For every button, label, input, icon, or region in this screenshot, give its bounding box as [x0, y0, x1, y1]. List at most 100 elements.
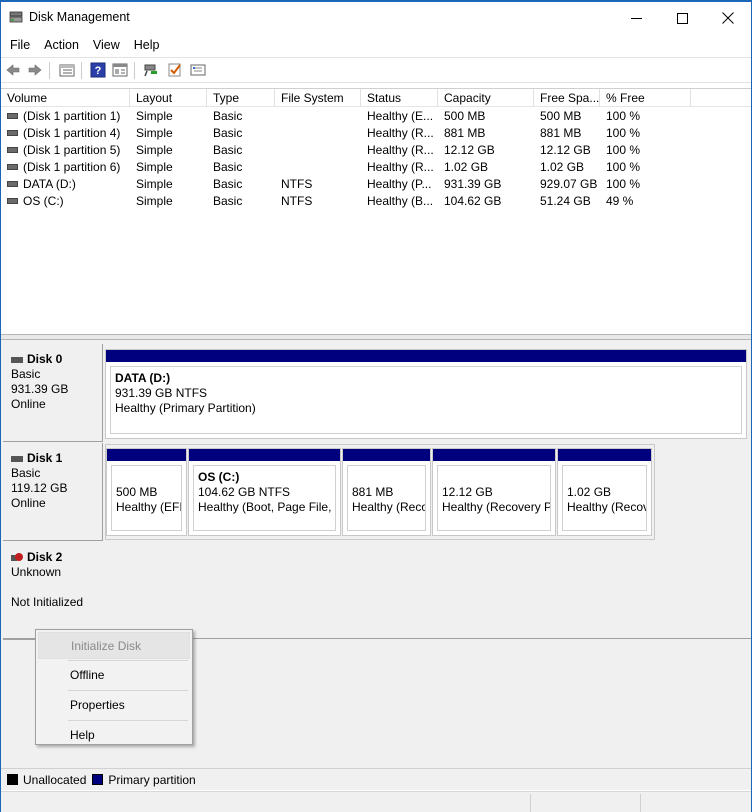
disk-2-label[interactable]: Disk 2 Unknown Not Initialized [3, 542, 103, 640]
partition-data-d[interactable]: DATA (D:) 931.39 GB NTFS Healthy (Primar… [105, 349, 747, 439]
volume-name: (Disk 1 partition 1) [23, 109, 121, 123]
disk-0-label[interactable]: Disk 0 Basic 931.39 GB Online [3, 344, 103, 442]
column-header-status[interactable]: Status [361, 89, 438, 107]
partition-details: 1.02 GB Healthy (Recov [562, 465, 647, 531]
partition-status: Healthy (Reco [352, 500, 426, 514]
drive-icon [7, 180, 18, 187]
disk-1-status: Online [11, 496, 46, 510]
close-icon [722, 12, 734, 24]
partition-recovery-1[interactable]: 881 MB Healthy (Reco [342, 448, 431, 536]
legend-swatch-unallocated [7, 774, 18, 785]
file-system-cell [275, 142, 361, 159]
percent-free-cell: 100 % [606, 143, 641, 157]
partition-recovery-2[interactable]: 12.12 GB Healthy (Recovery Pa [432, 448, 556, 536]
disk-2-name: Disk 2 [11, 550, 103, 565]
close-button[interactable] [705, 2, 751, 34]
free-space-cell: 500 MB [540, 109, 582, 123]
menu-separator [68, 720, 188, 721]
partition-details: 12.12 GB Healthy (Recovery Pa [437, 465, 551, 531]
help-icon[interactable]: ? [90, 62, 106, 78]
status-cell: Healthy (R... [367, 160, 434, 174]
status-cell: Healthy (R... [367, 126, 434, 140]
type-cell: Basic [213, 126, 243, 140]
free-space-cell: 881 MB [540, 126, 582, 140]
back-icon[interactable] [5, 62, 21, 78]
window-title: Disk Management [29, 10, 130, 24]
menu-help[interactable]: Help [127, 38, 167, 52]
disk-0-name: Disk 0 [11, 352, 102, 367]
legend: Unallocated Primary partition [1, 768, 751, 790]
table-row[interactable]: (Disk 1 partition 6) Simple Basic Health… [1, 159, 751, 176]
partition-size: 931.39 GB NTFS [115, 386, 208, 400]
check-icon[interactable] [167, 62, 183, 78]
maximize-button[interactable] [659, 2, 705, 34]
partition-size: 104.62 GB NTFS [198, 485, 291, 499]
table-row[interactable]: (Disk 1 partition 5) Simple Basic Health… [1, 142, 751, 159]
minimize-button[interactable] [613, 2, 659, 34]
layout-cell: Simple [136, 177, 173, 191]
settings-icon[interactable] [190, 62, 206, 78]
disk-1-label[interactable]: Disk 1 Basic 119.12 GB Online [3, 443, 103, 541]
partition-os-c[interactable]: OS (C:) 104.62 GB NTFS Healthy (Boot, Pa… [188, 448, 341, 536]
partition-details: DATA (D:) 931.39 GB NTFS Healthy (Primar… [110, 366, 742, 434]
file-system-cell: NTFS [281, 194, 313, 208]
partition-recovery-3[interactable]: 1.02 GB Healthy (Recov [557, 448, 652, 536]
table-row[interactable]: OS (C:) Simple Basic NTFS Healthy (B... … [1, 193, 751, 210]
menu-action[interactable]: Action [37, 38, 86, 52]
column-header-layout[interactable]: Layout [130, 89, 207, 107]
partition-efi[interactable]: 500 MB Healthy (EFI [106, 448, 187, 536]
volume-cell: (Disk 1 partition 5) [1, 142, 130, 159]
properties-icon[interactable] [112, 62, 128, 78]
volume-list: Volume Layout Type File System Status Ca… [1, 88, 751, 334]
file-system-cell [275, 125, 361, 142]
menu-separator [68, 660, 188, 661]
disk-2-spacer [11, 580, 103, 595]
table-row[interactable]: DATA (D:) Simple Basic NTFS Healthy (P..… [1, 176, 751, 193]
disk-list-icon[interactable] [59, 62, 75, 78]
primary-partition-bar [433, 449, 555, 461]
column-header-capacity[interactable]: Capacity [438, 89, 534, 107]
legend-label: Primary partition [108, 772, 196, 787]
type-cell: Basic [213, 160, 243, 174]
capacity-cell: 500 MB [444, 109, 486, 123]
table-row[interactable]: (Disk 1 partition 1) Simple Basic Health… [1, 108, 751, 125]
free-space-cell: 929.07 GB [540, 177, 598, 191]
volume-cell: DATA (D:) [1, 176, 130, 193]
forward-icon[interactable] [27, 62, 43, 78]
connect-icon[interactable] [143, 62, 159, 78]
column-header-file-system[interactable]: File System [275, 89, 361, 107]
disk-error-icon [11, 552, 23, 563]
menu-item-properties[interactable]: Properties [38, 692, 190, 719]
menu-file[interactable]: File [3, 38, 37, 52]
disk-2-type: Unknown [11, 565, 62, 579]
menu-item-initialize-disk[interactable]: Initialize Disk [38, 632, 190, 659]
menu-view[interactable]: View [86, 38, 127, 52]
legend-swatch-primary [92, 774, 104, 785]
table-row[interactable]: (Disk 1 partition 4) Simple Basic Health… [1, 125, 751, 142]
legend-label: Unallocated [23, 772, 87, 787]
column-header-type[interactable]: Type [207, 89, 275, 107]
volume-cell: OS (C:) [1, 193, 130, 210]
menu-item-help[interactable]: Help [38, 722, 190, 749]
disk-1-size: 119.12 GB [11, 481, 68, 495]
drive-icon [7, 112, 18, 119]
svg-text:?: ? [95, 65, 102, 77]
capacity-cell: 1.02 GB [444, 160, 489, 174]
disk-context-menu: Initialize Disk Offline Properties Help [35, 629, 193, 745]
volume-cell: (Disk 1 partition 4) [1, 125, 130, 142]
partition-details: 500 MB Healthy (EFI [111, 465, 182, 531]
status-cell: Healthy (R... [367, 143, 434, 157]
capacity-cell: 12.12 GB [444, 143, 495, 157]
partition-details: 881 MB Healthy (Reco [347, 465, 426, 531]
primary-partition-bar [558, 449, 651, 461]
menu-item-offline[interactable]: Offline [38, 662, 190, 689]
disk-2-title: Disk 2 [27, 550, 63, 564]
primary-partition-bar [189, 449, 340, 461]
column-header-percent-free[interactable]: % Free [600, 89, 691, 107]
column-header-free-space[interactable]: Free Spa... [534, 89, 600, 107]
layout-cell: Simple [136, 160, 173, 174]
column-header-volume[interactable]: Volume [1, 89, 130, 107]
disk-0-size: 931.39 GB [11, 382, 69, 396]
file-system-cell [275, 108, 361, 125]
partition-details: OS (C:) 104.62 GB NTFS Healthy (Boot, Pa… [193, 465, 336, 531]
